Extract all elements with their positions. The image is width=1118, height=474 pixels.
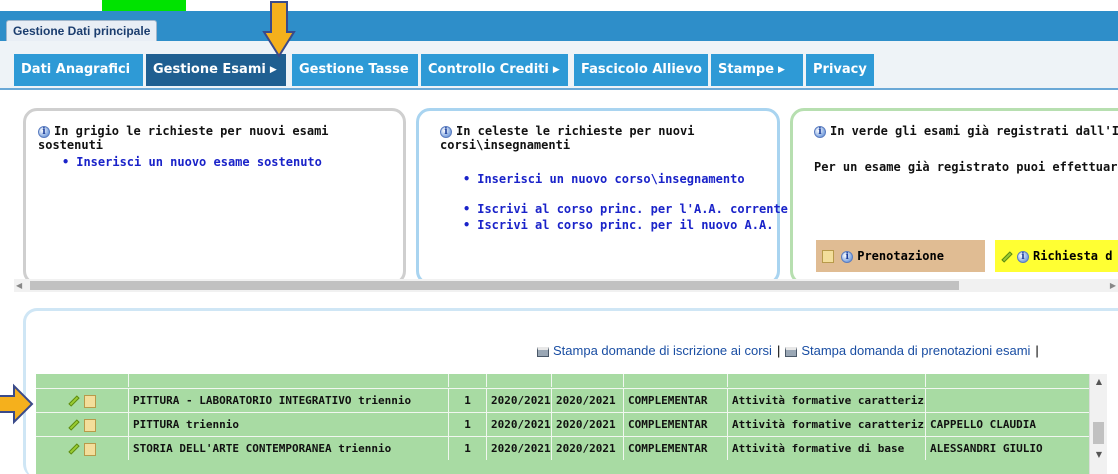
info-icon: i	[814, 125, 826, 138]
exam-count: 1	[449, 437, 487, 460]
exam-teacher: CAPPELLO CLAUDIA	[930, 418, 1036, 431]
document-icon[interactable]	[84, 394, 96, 408]
scrollbar-thumb[interactable]	[30, 281, 959, 290]
nav-fascicolo-allievo[interactable]: Fascicolo Allievo	[574, 54, 708, 86]
exams-table: PITTURA - LABORATORIO INTEGRATIVO trienn…	[36, 374, 1089, 474]
blue-box-heading: i In celeste le richieste per nuovi corsi…	[440, 124, 695, 152]
nav-stampe[interactable]: Stampe ▶	[711, 54, 803, 86]
nav-label: Dati Anagrafici	[21, 62, 131, 77]
exam-name: PITTURA - LABORATORIO INTEGRATIVO trienn…	[129, 389, 449, 412]
exam-year: 2020/2021	[487, 389, 552, 412]
info-icon: i	[38, 125, 50, 138]
exam-year-reg: 2020/2021	[552, 413, 624, 436]
nav-label: Gestione Tasse	[299, 62, 409, 77]
table-row	[36, 374, 1089, 387]
green-box-subtext: Per un esame già registrato puoi effettu…	[814, 160, 1118, 174]
link-iscrivi-nuovo-aa[interactable]: Iscrivi al corso princ. per il nuovo A.A…	[463, 218, 773, 232]
row-actions	[36, 374, 129, 387]
scroll-up-icon[interactable]: ▲	[1090, 377, 1108, 386]
exam-year: 2020/2021	[487, 413, 552, 436]
vertical-scrollbar[interactable]: ▲ ▼	[1089, 374, 1107, 474]
link-stampa-iscrizione[interactable]: Stampa domande di iscrizione ai corsi	[553, 343, 772, 358]
link-nuovo-corso[interactable]: Inserisci un nuovo corso\insegnamento	[463, 172, 744, 186]
nav-gestione-tasse[interactable]: Gestione Tasse	[292, 54, 418, 86]
info-icon: i	[841, 250, 854, 263]
pencil-icon[interactable]	[68, 419, 80, 431]
exam-name: PITTURA triennio	[129, 413, 449, 436]
nav-controllo-crediti[interactable]: Controllo Crediti ▶	[421, 54, 568, 86]
scroll-left-icon[interactable]: ◀	[16, 279, 22, 292]
annotation-arrow-down-icon	[262, 1, 296, 58]
row-actions	[36, 413, 129, 436]
pencil-icon[interactable]	[68, 395, 80, 407]
green-box-heading: i In verde gli esami già registrati dall'…	[814, 124, 1118, 138]
table-row[interactable]: PITTURA - LABORATORIO INTEGRATIVO trienn…	[36, 388, 1089, 412]
exam-activity: Attività formative caratterizzant	[728, 413, 926, 436]
submenu-arrow-icon: ▶	[778, 65, 785, 75]
link-nuovo-esame-sostenuto[interactable]: Inserisci un nuovo esame sostenuto	[62, 155, 322, 169]
richiesta-button[interactable]: i Richiesta d	[995, 240, 1118, 272]
scroll-right-icon[interactable]: ▶	[1110, 279, 1116, 292]
scrollbar-thumb[interactable]	[1093, 422, 1104, 444]
exam-count: 1	[449, 413, 487, 436]
nav-dati-anagrafici[interactable]: Dati Anagrafici	[14, 54, 143, 86]
submenu-arrow-icon: ▶	[269, 65, 277, 75]
pencil-icon[interactable]	[68, 443, 80, 455]
highlight-marker	[102, 0, 186, 11]
exam-activity: Attività formative di base	[728, 437, 926, 460]
nav-gestione-esami[interactable]: Gestione Esami ▶	[146, 54, 286, 86]
table-row[interactable]: STORIA DELL'ARTE CONTEMPORANEA triennio …	[36, 436, 1089, 460]
tab-gestione-dati-principale[interactable]: Gestione Dati principale	[6, 20, 158, 41]
row-actions	[36, 437, 129, 460]
horizontal-scrollbar[interactable]: ◀ ▶	[14, 279, 1118, 292]
document-icon[interactable]	[84, 418, 96, 432]
separator: |	[776, 343, 781, 358]
annotation-arrow-right-icon	[0, 383, 34, 425]
exam-count: 1	[449, 389, 487, 412]
table-row[interactable]: PITTURA triennio 1 2020/2021 2020/2021 C…	[36, 412, 1089, 436]
exam-teacher	[926, 389, 1089, 412]
nav-label: Controllo Crediti	[428, 62, 549, 77]
exam-type: COMPLEMENTAR	[624, 389, 728, 412]
document-icon[interactable]	[84, 442, 96, 456]
exam-year-reg: 2020/2021	[552, 389, 624, 412]
submenu-arrow-icon: ▶	[552, 65, 560, 75]
document-icon	[822, 250, 834, 263]
exam-teacher: ALESSANDRI GIULIO	[930, 442, 1043, 455]
row-actions	[36, 389, 129, 412]
print-links: Stampa domande di iscrizione ai corsi | St…	[537, 343, 1044, 358]
info-icon: i	[1017, 250, 1029, 263]
prenotazione-button[interactable]: i Prenotazione	[816, 240, 985, 272]
nav-label: Gestione Esami	[153, 62, 266, 77]
pencil-icon	[1001, 250, 1013, 263]
exam-year: 2020/2021	[487, 437, 552, 460]
exam-name: STORIA DELL'ARTE CONTEMPORANEA triennio	[129, 437, 449, 460]
info-icon: i	[440, 125, 452, 138]
link-iscrivi-aa-corrente[interactable]: Iscrivi al corso princ. per l'A.A. corre…	[463, 202, 788, 216]
link-stampa-prenotazioni[interactable]: Stampa domanda di prenotazioni esami	[801, 343, 1030, 358]
nav-label: Stampe	[718, 62, 775, 77]
nav-label: Privacy	[813, 62, 867, 77]
exam-type: COMPLEMENTAR	[624, 413, 728, 436]
grey-box-heading: i In grigio le richieste per nuovi esami …	[38, 124, 329, 152]
scroll-down-icon[interactable]: ▼	[1090, 450, 1108, 459]
printer-icon	[537, 346, 549, 357]
nav-privacy[interactable]: Privacy	[806, 54, 874, 86]
exam-activity: Attività formative caratterizzant	[728, 389, 926, 412]
separator: |	[1035, 343, 1039, 358]
printer-icon	[785, 346, 798, 357]
nav-label: Fascicolo Allievo	[581, 62, 702, 77]
exam-type: COMPLEMENTAR	[624, 437, 728, 460]
exam-year-reg: 2020/2021	[552, 437, 624, 460]
